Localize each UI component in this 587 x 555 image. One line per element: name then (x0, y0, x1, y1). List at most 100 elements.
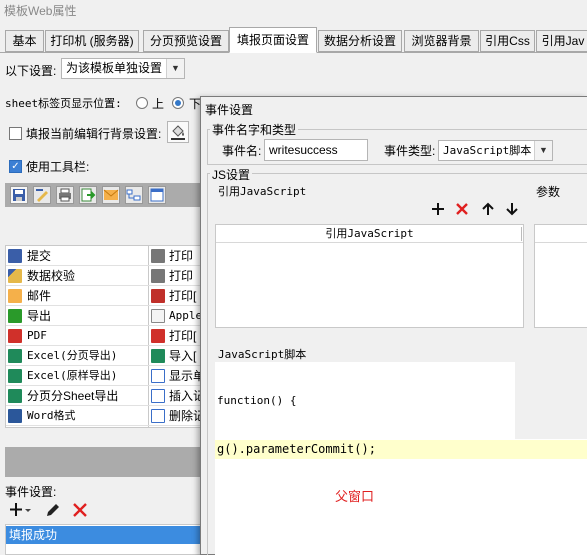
delete-row-icon (151, 409, 165, 423)
tab-ref-js[interactable]: 引用Jav (536, 30, 587, 52)
list-item-label: 插入记 (169, 389, 203, 403)
list-item[interactable]: 导出 Apple (6, 306, 203, 326)
toolbar-show-cell-icon[interactable] (148, 186, 166, 204)
delete-event-button[interactable] (71, 500, 89, 520)
toolbar-print-icon[interactable] (56, 186, 74, 204)
list-item-label: 删除记 (169, 409, 203, 423)
param-table-header (535, 225, 587, 243)
list-item-label: 打印[ (169, 289, 197, 303)
toolbar-label: 使用工具栏: (26, 160, 90, 174)
list-item[interactable]: 邮件 打印[ (6, 286, 202, 306)
print-pdf-icon (151, 329, 165, 343)
list-item-label: Word格式 (27, 409, 76, 422)
column-divider (521, 227, 522, 241)
excel-icon (8, 369, 22, 383)
tab-basic[interactable]: 基本 (5, 30, 44, 52)
code-line-commit: g().parameterCommit(); (217, 442, 376, 456)
toolbar-verify-icon[interactable] (33, 186, 51, 204)
tab-ref-css[interactable]: 引用Css (480, 30, 535, 52)
show-cell-icon (151, 369, 165, 383)
list-item[interactable]: 提交 打印 (6, 246, 202, 266)
edit-event-button[interactable] (44, 500, 62, 520)
paint-bucket-icon (171, 125, 185, 140)
applet-icon (151, 309, 165, 323)
bg-setting-label: 填报当前编辑行背景设置: (26, 127, 162, 141)
list-item-label: 打印 (169, 249, 194, 263)
move-down-button[interactable] (504, 201, 520, 217)
list-item-label: Apple (169, 309, 203, 322)
delete-x-icon (456, 203, 468, 215)
export-icon (8, 309, 22, 323)
add-event-button[interactable] (9, 500, 33, 520)
event-name-label: 事件名: (222, 144, 262, 158)
remove-js-button[interactable] (454, 201, 470, 217)
insert-row-icon (151, 389, 165, 403)
list-item-label: 分页分Sheet导出 (27, 389, 119, 403)
verify-icon (8, 269, 22, 283)
annotation-label: 父窗口 (335, 489, 375, 504)
list-item[interactable]: PDF 打印[ (6, 326, 202, 346)
toolbar-preview-area (5, 447, 203, 477)
tab-printer-server[interactable]: 打印机 (服务器) (45, 30, 139, 52)
list-item[interactable]: Word格式 删除记 (6, 406, 203, 426)
js-script-label: JavaScript脚本 (218, 348, 307, 361)
print-icon (151, 269, 165, 283)
sheet-position-label: sheet标签页显示位置: (5, 97, 122, 110)
param-table[interactable] (534, 224, 587, 328)
scope-value: 为该模板单独设置 (66, 61, 163, 75)
window-title: 模板Web属性 (4, 4, 77, 18)
mail-icon (8, 289, 22, 303)
delete-x-icon (73, 503, 87, 517)
list-item[interactable]: Excel(原样导出) 显示单 (6, 366, 203, 386)
dialog-title: 事件设置 (205, 103, 254, 117)
chevron-down-icon: ▼ (534, 141, 552, 160)
plus-icon (432, 203, 444, 215)
print-flash-icon (151, 289, 165, 303)
tab-browser-bg[interactable]: 浏览器背景 (404, 30, 479, 52)
plus-dropdown-icon (10, 503, 31, 516)
tab-paging-preview[interactable]: 分页预览设置 (143, 30, 229, 52)
toolbar-mail-icon[interactable] (102, 186, 120, 204)
bg-checkbox[interactable] (9, 127, 22, 140)
list-item-label: 打印 (169, 269, 194, 283)
toolbar-submit-icon[interactable] (10, 186, 28, 204)
scope-label: 以下设置: (5, 64, 57, 78)
radio-bottom[interactable] (172, 97, 184, 109)
tab-data-analysis[interactable]: 数据分析设置 (318, 30, 402, 52)
list-item[interactable]: 数据校验 打印 (6, 266, 202, 286)
arrow-up-icon (482, 202, 494, 215)
toolbar-checkbox[interactable]: ✓ (9, 160, 22, 173)
excel-icon (8, 349, 22, 363)
event-item-selected[interactable]: 填报成功 (6, 526, 203, 544)
submit-icon (8, 249, 22, 263)
event-type-value: JavaScript脚本 (443, 144, 532, 157)
word-icon (8, 409, 22, 423)
add-js-button[interactable] (430, 201, 446, 217)
paint-bucket-button[interactable] (167, 121, 189, 143)
event-settings-dialog: 事件设置 事件名字和类型 事件名: writesuccess 事件类型: Jav… (200, 96, 587, 555)
list-item-label: 邮件 (27, 289, 52, 303)
event-name-group-title: 事件名字和类型 (210, 121, 299, 138)
arrow-down-icon (506, 203, 518, 216)
list-item-label: 提交 (27, 249, 52, 263)
toolbar-export-icon[interactable] (79, 186, 97, 204)
list-item-label: 显示单 (169, 369, 203, 383)
tab-fill-page[interactable]: 填报页面设置 (229, 27, 317, 53)
ref-js-table[interactable]: 引用JavaScript (215, 224, 524, 328)
toolbar-insert-row-icon[interactable] (125, 186, 143, 204)
param-label: 参数 (536, 185, 561, 199)
list-item-label: Excel(原样导出) (27, 369, 118, 382)
list-item[interactable]: 分页分Sheet导出 插入记 (6, 386, 203, 406)
move-up-button[interactable] (480, 201, 496, 217)
event-type-select[interactable]: JavaScript脚本 ▼ (438, 140, 553, 161)
list-item[interactable]: Excel(分页导出) 导入[ (6, 346, 202, 366)
scope-select[interactable]: 为该模板单独设置 ▼ (61, 58, 185, 79)
js-settings-group-title: JS设置 (210, 166, 253, 183)
pencil-icon (47, 504, 59, 516)
tab-bar: 基本 打印机 (服务器) 分页预览设置 填报页面设置 数据分析设置 浏览器背景 … (0, 27, 587, 53)
events-label: 事件设置: (5, 485, 57, 499)
radio-top[interactable] (136, 97, 148, 109)
toolbar-preview (5, 183, 203, 207)
ref-js-label: 引用JavaScript (218, 185, 307, 198)
event-name-input[interactable]: writesuccess (264, 139, 368, 161)
